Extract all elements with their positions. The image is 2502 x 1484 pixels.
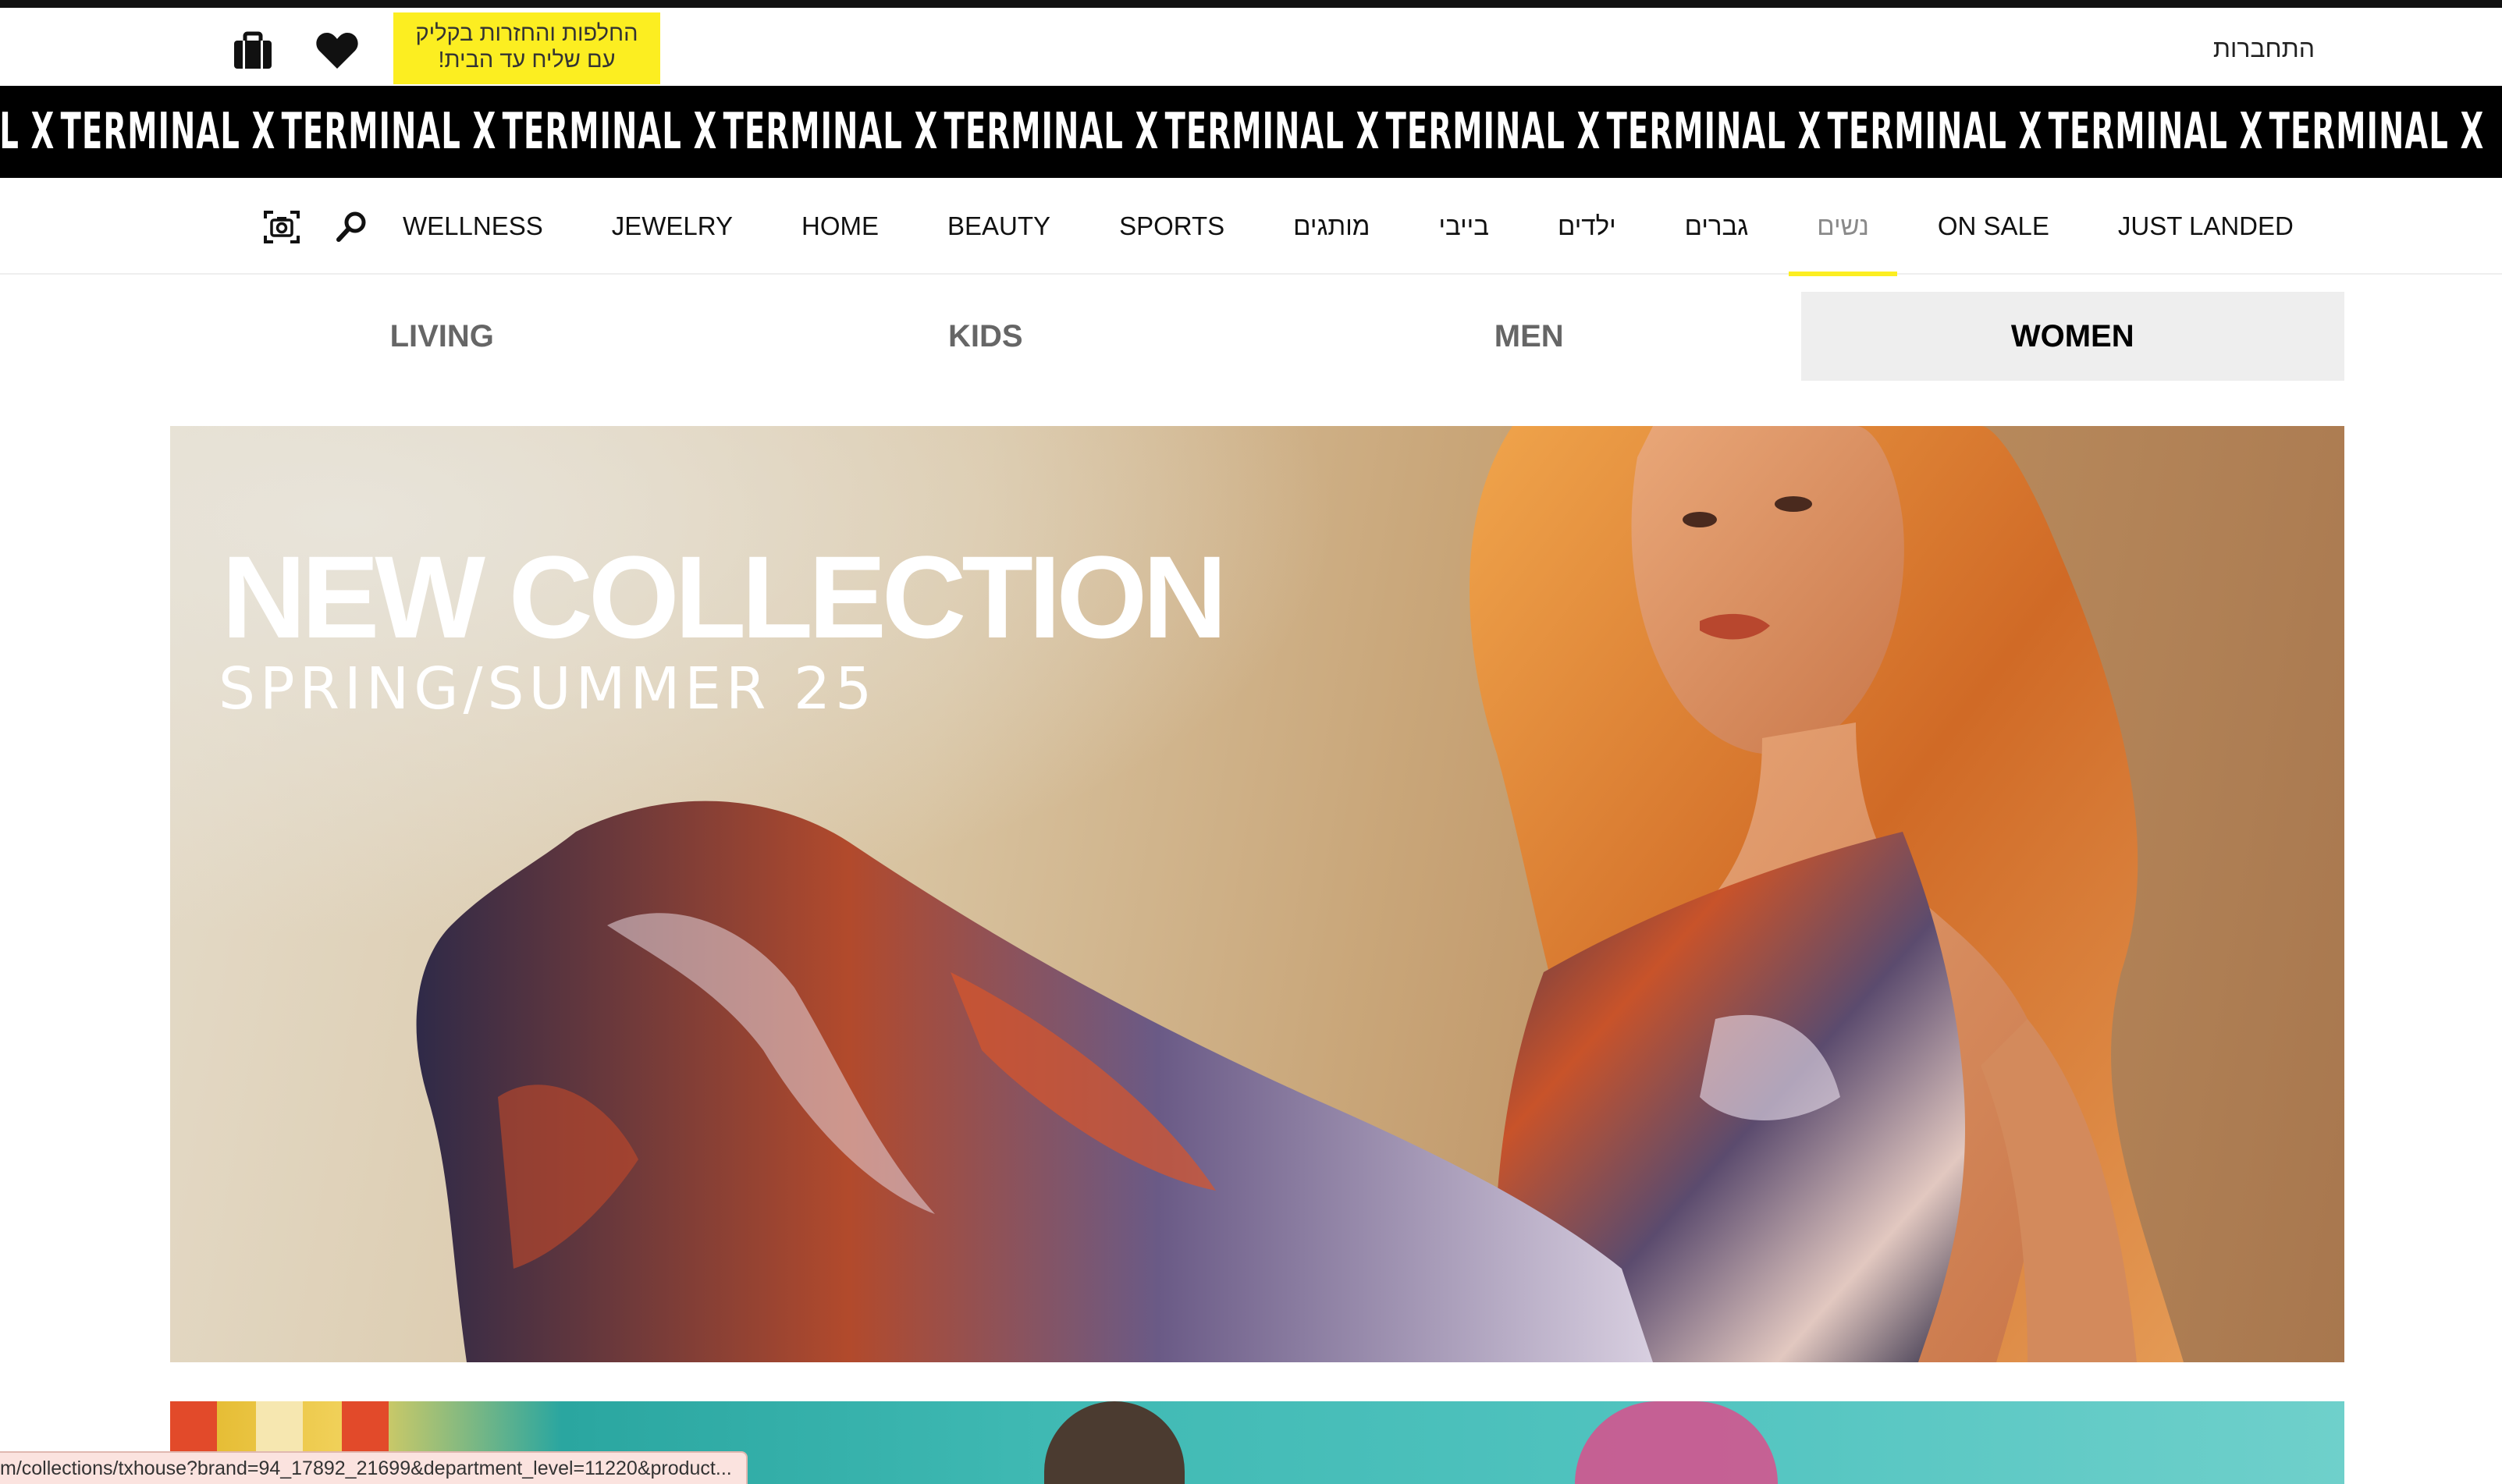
nav-item-11[interactable]: JUST LANDED [2084,178,2328,275]
status-bar-url: m/collections/txhouse?brand=94_17892_216… [0,1451,748,1484]
nav-item-6[interactable]: בייבי [1404,178,1523,275]
nav-tools [262,206,371,248]
promo-line-2: עם שליח עד הבית! [438,48,616,73]
terminal-x-logo[interactable]: TERMINAL X [61,103,275,161]
main-nav: WELLNESS JEWELRY HOME BEAUTY SPORTS מותגים ביי… [0,178,2502,276]
terminal-x-logo[interactable]: TERMINAL X [1386,103,1601,161]
tab-kids[interactable]: KIDS [714,292,1258,381]
brand-marquee-track: TERMINAL XTERMINAL XTERMINAL XTERMINAL X… [0,103,2485,161]
hero-banner[interactable]: NEW COLLECTION SPRING/SUMMER 25 [170,426,2344,1362]
camera-search-icon[interactable] [262,208,301,247]
terminal-x-logo[interactable]: TERMINAL X [282,103,496,161]
utility-bar: החלפות והחזרות בקליק עם שליח עד הבית! הת… [0,8,2502,86]
nav-item-3[interactable]: BEAUTY [913,178,1085,275]
nav-item-7[interactable]: ילדים [1523,178,1651,275]
nav-item-10[interactable]: ON SALE [1903,178,2084,275]
nav-items: WELLNESS JEWELRY HOME BEAUTY SPORTS מותגים ביי… [403,178,2328,276]
promo-line-1: החלפות והחזרות בקליק [415,21,638,46]
nav-item-8[interactable]: גברים [1651,178,1783,275]
terminal-x-logo[interactable]: TERMINAL X [1165,103,1380,161]
nav-item-0[interactable]: WELLNESS [403,178,578,275]
terminal-x-logo[interactable]: TERMINAL X [2049,103,2263,161]
banner-shape [1575,1401,1778,1484]
shopping-bag-icon[interactable] [233,31,273,70]
search-icon[interactable] [332,208,371,247]
nav-item-9[interactable]: נשים [1782,178,1903,276]
terminal-x-logo[interactable]: TERMINAL X [503,103,717,161]
terminal-x-logo[interactable]: TERMINAL X [1828,103,2042,161]
nav-item-1[interactable]: JEWELRY [578,178,767,275]
top-border [0,0,2502,8]
department-tabs: LIVING KIDS MEN WOMEN [170,292,2344,381]
hero-title: NEW COLLECTION [222,531,1228,662]
heart-icon[interactable] [315,31,359,70]
terminal-x-logo[interactable]: TERMINAL X [944,103,1159,161]
promo-badge[interactable]: החלפות והחזרות בקליק עם שליח עד הבית! [393,12,660,84]
tab-men[interactable]: MEN [1257,292,1801,381]
banner-shape [1044,1401,1185,1484]
hero-subtitle: SPRING/SUMMER 25 [219,655,877,722]
tab-women[interactable]: WOMEN [1800,292,2344,381]
brand-marquee: TERMINAL XTERMINAL XTERMINAL XTERMINAL X… [0,86,2502,178]
terminal-x-logo[interactable]: TERMINAL X [723,103,938,161]
terminal-x-logo[interactable]: TERMINAL X [1607,103,1821,161]
login-link[interactable]: התחברות [2213,34,2315,63]
nav-item-2[interactable]: HOME [767,178,913,275]
nav-item-4[interactable]: SPORTS [1085,178,1259,275]
terminal-x-logo[interactable]: TERMINAL X [2269,103,2484,161]
nav-item-5[interactable]: מותגים [1259,178,1404,275]
tab-living[interactable]: LIVING [170,292,714,381]
